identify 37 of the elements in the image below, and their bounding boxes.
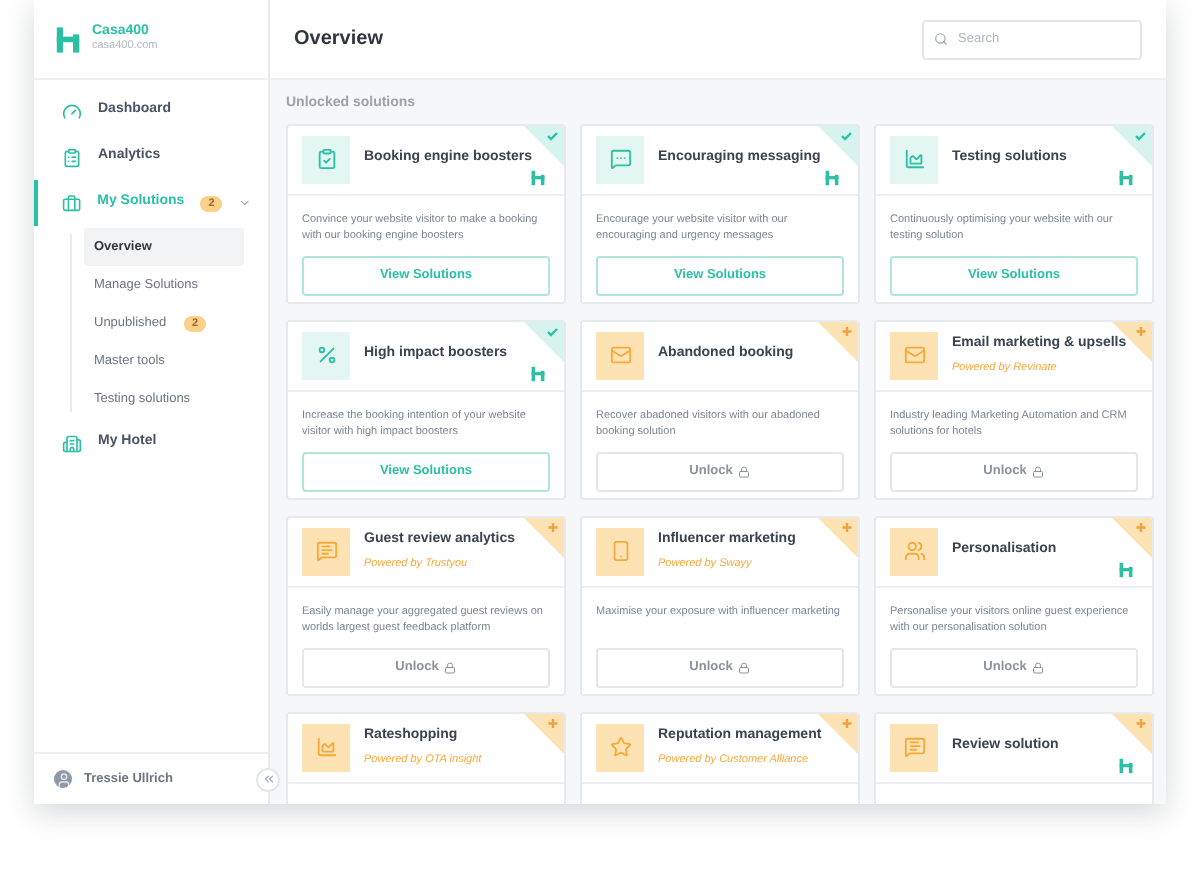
mail-icon bbox=[596, 331, 644, 379]
plus-corner-icon bbox=[1112, 713, 1152, 753]
double-chevron-icon bbox=[261, 772, 275, 786]
briefcase-icon bbox=[62, 193, 82, 213]
plus-corner-icon bbox=[524, 713, 564, 753]
gauge-icon bbox=[62, 101, 82, 121]
plus-corner-icon bbox=[524, 517, 564, 557]
chevron-icon[interactable] bbox=[238, 196, 252, 210]
brand-logo-icon bbox=[54, 25, 82, 53]
check-corner-icon bbox=[818, 125, 858, 165]
area-chart-icon bbox=[890, 135, 938, 183]
smartphone-icon bbox=[596, 527, 644, 575]
check-corner-icon bbox=[524, 321, 564, 361]
search-icon bbox=[934, 32, 948, 46]
building-icon bbox=[62, 433, 82, 453]
message-icon bbox=[890, 723, 938, 771]
percent-icon bbox=[302, 331, 350, 379]
lock-icon bbox=[1032, 465, 1045, 477]
message-icon bbox=[302, 527, 350, 575]
plus-corner-icon bbox=[818, 517, 858, 557]
area-chart-icon bbox=[302, 723, 350, 771]
lock-icon bbox=[444, 661, 457, 673]
check-corner-icon bbox=[1112, 125, 1152, 165]
clipboard-check-icon bbox=[302, 135, 350, 183]
mail-icon bbox=[890, 331, 938, 379]
collapse-button[interactable] bbox=[256, 767, 280, 791]
clipboard-icon bbox=[62, 147, 82, 167]
lock-icon bbox=[738, 661, 751, 673]
plus-corner-icon bbox=[818, 321, 858, 361]
avatar bbox=[54, 770, 72, 788]
lock-icon bbox=[1032, 661, 1045, 673]
lock-icon bbox=[738, 465, 751, 477]
chat-bubble-icon bbox=[596, 135, 644, 183]
plus-corner-icon bbox=[818, 713, 858, 753]
users-icon bbox=[890, 527, 938, 575]
page-title: Overview bbox=[294, 26, 383, 54]
plus-corner-icon bbox=[1112, 517, 1152, 557]
